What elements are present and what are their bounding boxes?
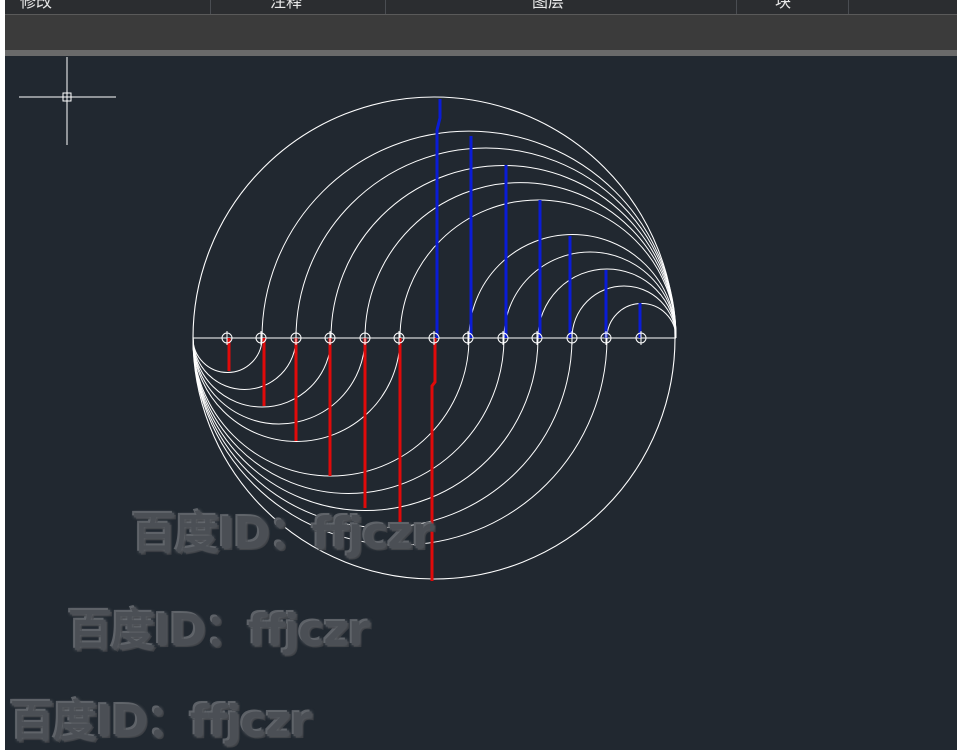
crosshair-cursor-icon [19,57,116,145]
watermark-text: 百度ID：ffjczr [10,696,312,747]
watermark-text: 百度ID：ffjczr [132,508,434,559]
upper-verticals [435,99,642,338]
watermark-text: 百度ID：ffjczr [68,605,370,656]
upper-semicircles [261,130,677,339]
